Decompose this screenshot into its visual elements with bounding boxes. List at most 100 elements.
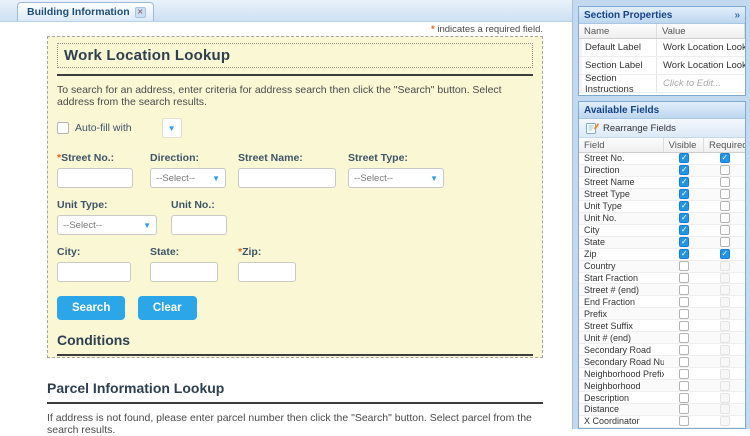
visible-cell <box>664 273 705 283</box>
required-cell: ✓ <box>705 153 746 163</box>
field-label: Description <box>579 393 664 403</box>
tab-building-information[interactable]: Building Information ✕ <box>17 2 154 21</box>
visible-cell: ✓ <box>664 225 705 235</box>
section-title[interactable]: Work Location Lookup <box>57 43 533 68</box>
parcel-title: Parcel Information Lookup <box>47 380 543 396</box>
street-type-label: Street Type: <box>348 152 448 164</box>
search-instructions: To search for an address, enter criteria… <box>57 84 533 108</box>
state-input[interactable] <box>150 262 218 282</box>
column-required: Required <box>704 138 745 152</box>
street-no-input[interactable] <box>57 168 133 188</box>
required-checkbox[interactable]: ✓ <box>720 249 730 259</box>
required-checkbox[interactable]: ✓ <box>720 153 730 163</box>
clear-button[interactable]: Clear <box>138 296 197 320</box>
required-cell <box>705 393 746 403</box>
direction-select[interactable]: --Select--▼ <box>150 168 226 188</box>
work-location-section[interactable]: Work Location Lookup To search for an ad… <box>47 36 543 358</box>
visible-checkbox[interactable]: ✓ <box>679 225 689 235</box>
property-name: Default Label <box>579 39 657 56</box>
parcel-section[interactable]: Parcel Information Lookup If address is … <box>47 380 543 436</box>
visible-checkbox[interactable] <box>679 416 689 426</box>
visible-checkbox[interactable]: ✓ <box>679 213 689 223</box>
required-checkbox <box>720 416 730 426</box>
required-checkbox[interactable] <box>720 177 730 187</box>
visible-checkbox[interactable] <box>679 357 689 367</box>
visible-checkbox[interactable] <box>679 285 689 295</box>
visible-cell <box>664 416 705 426</box>
visible-checkbox[interactable]: ✓ <box>679 189 689 199</box>
visible-checkbox[interactable] <box>679 381 689 391</box>
field-label: Prefix <box>579 309 664 319</box>
property-value[interactable]: Work Location Lookup <box>657 42 745 53</box>
required-checkbox[interactable] <box>720 213 730 223</box>
required-checkbox <box>720 261 730 271</box>
required-cell <box>705 309 746 319</box>
visible-checkbox[interactable] <box>679 261 689 271</box>
unit-no-label: Unit No.: <box>171 199 241 211</box>
visible-checkbox[interactable] <box>679 393 689 403</box>
direction-cell: Direction: --Select--▼ <box>150 152 238 188</box>
required-checkbox <box>720 357 730 367</box>
visible-checkbox[interactable]: ✓ <box>679 177 689 187</box>
fields-toolbar: Rearrange Fields <box>579 119 745 138</box>
field-label: Distance <box>579 404 664 414</box>
required-cell: ✓ <box>705 249 746 259</box>
visible-cell <box>664 381 705 391</box>
required-checkbox <box>720 309 730 319</box>
field-label: Secondary Road Num... <box>579 357 664 367</box>
visible-checkbox[interactable] <box>679 333 689 343</box>
visible-checkbox[interactable] <box>679 309 689 319</box>
visible-checkbox[interactable]: ✓ <box>679 165 689 175</box>
visible-checkbox[interactable] <box>679 321 689 331</box>
address-row-1: *Street No.: Direction: --Select--▼ Stre… <box>57 152 533 188</box>
field-row: Street # (end) <box>579 284 745 296</box>
visible-checkbox[interactable] <box>679 297 689 307</box>
unit-type-select[interactable]: --Select--▼ <box>57 215 157 235</box>
available-fields-rows: Street No.✓✓Direction✓Street Name✓Street… <box>579 153 745 428</box>
required-cell <box>705 237 746 247</box>
visible-checkbox[interactable]: ✓ <box>679 237 689 247</box>
unit-no-input[interactable] <box>171 215 227 235</box>
column-visible: Visible <box>664 138 704 152</box>
required-checkbox[interactable] <box>720 165 730 175</box>
visible-checkbox[interactable]: ✓ <box>679 249 689 259</box>
visible-checkbox[interactable] <box>679 273 689 283</box>
property-value[interactable]: Click to Edit... <box>657 78 745 89</box>
divider <box>57 354 533 356</box>
required-checkbox[interactable] <box>720 201 730 211</box>
autofill-checkbox[interactable] <box>57 122 69 134</box>
visible-checkbox[interactable] <box>679 404 689 414</box>
required-checkbox[interactable] <box>720 237 730 247</box>
rearrange-fields-button[interactable]: Rearrange Fields <box>582 121 680 135</box>
street-name-input[interactable] <box>238 168 336 188</box>
zip-input[interactable] <box>238 262 296 282</box>
city-input[interactable] <box>57 262 131 282</box>
visible-checkbox[interactable]: ✓ <box>679 153 689 163</box>
visible-checkbox[interactable]: ✓ <box>679 201 689 211</box>
street-type-select[interactable]: --Select--▼ <box>348 168 444 188</box>
required-cell <box>705 285 746 295</box>
required-cell <box>705 369 746 379</box>
section-properties-title: Section Properties <box>584 10 672 21</box>
chevron-down-icon: ▼ <box>430 174 438 183</box>
property-value[interactable]: Work Location Lookup <box>657 60 745 71</box>
visible-cell <box>664 404 705 414</box>
tab-label: Building Information <box>27 6 130 18</box>
visible-checkbox[interactable] <box>679 345 689 355</box>
search-button[interactable]: Search <box>57 296 125 320</box>
close-icon[interactable]: ✕ <box>135 7 146 18</box>
visible-checkbox[interactable] <box>679 369 689 379</box>
divider <box>47 402 543 404</box>
autofill-dropdown[interactable]: ▼ <box>162 118 182 138</box>
zip-label: *Zip: <box>238 246 308 258</box>
field-row: Street Name✓ <box>579 177 745 189</box>
divider <box>57 74 533 76</box>
required-checkbox[interactable] <box>720 225 730 235</box>
field-row: Direction✓ <box>579 165 745 177</box>
required-checkbox <box>720 273 730 283</box>
column-name: Name <box>579 24 657 38</box>
form-designer-canvas: Building Information ✕ * indicates a req… <box>0 0 572 429</box>
required-checkbox <box>720 321 730 331</box>
required-checkbox[interactable] <box>720 189 730 199</box>
collapse-panel-icon[interactable]: » <box>734 10 740 21</box>
